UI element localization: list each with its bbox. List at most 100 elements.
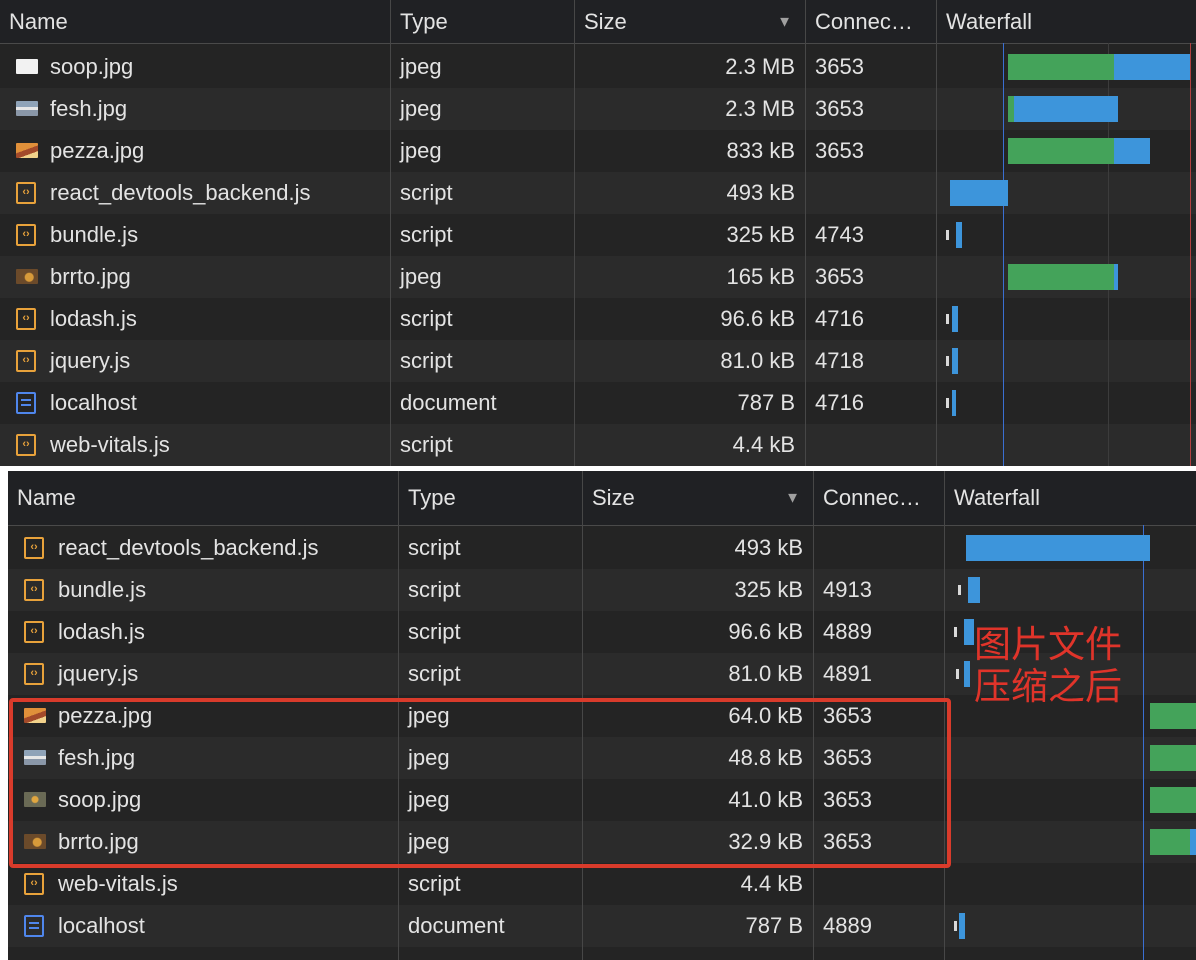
column-name-label: Name xyxy=(17,485,76,510)
waterfall-waiting-bar[interactable] xyxy=(1150,703,1196,729)
table-row[interactable]: jquery.js script 81.0 kB 4718 xyxy=(0,340,1196,382)
column-header-size[interactable]: Size ▼ xyxy=(583,471,812,525)
waterfall-download-bar[interactable] xyxy=(966,535,1150,561)
table-row[interactable]: localhost document 787 B 4889 xyxy=(8,905,1196,947)
request-name[interactable]: localhost xyxy=(8,905,388,947)
column-divider[interactable] xyxy=(390,0,391,466)
sort-descending-icon: ▼ xyxy=(785,489,800,507)
request-name[interactable]: bundle.js xyxy=(0,214,380,256)
waterfall-queue-tick[interactable] xyxy=(954,921,957,931)
request-size: 787 B xyxy=(737,390,796,415)
request-name[interactable]: lodash.js xyxy=(0,298,380,340)
waterfall-download-bar[interactable] xyxy=(968,577,980,603)
waterfall-queue-tick[interactable] xyxy=(946,314,949,324)
table-row[interactable]: react_devtools_backend.js script 493 kB xyxy=(0,172,1196,214)
request-name[interactable]: jquery.js xyxy=(8,653,388,695)
waterfall-queue-tick[interactable] xyxy=(946,398,949,408)
waterfall-download-bar[interactable] xyxy=(1014,96,1118,122)
column-connection-label: Connec… xyxy=(823,485,921,510)
sort-descending-icon: ▼ xyxy=(777,13,792,30)
table-row[interactable]: localhost document 787 B 4716 xyxy=(0,382,1196,424)
waterfall-download-bar[interactable] xyxy=(952,306,958,332)
request-name[interactable]: web-vitals.js xyxy=(8,863,388,905)
waterfall-queue-tick[interactable] xyxy=(946,356,949,366)
waterfall-queue-tick[interactable] xyxy=(958,585,961,595)
connection-id: 4913 xyxy=(823,577,872,602)
request-name[interactable]: web-vitals.js xyxy=(0,424,380,466)
request-type: script xyxy=(400,432,453,457)
waterfall-waiting-bar[interactable] xyxy=(1008,264,1114,290)
request-type: document xyxy=(408,913,505,938)
request-size: 4.4 kB xyxy=(740,871,803,896)
annotation-line: 压缩之后 xyxy=(974,665,1122,708)
request-size: 96.6 kB xyxy=(720,306,795,331)
request-name[interactable]: react_devtools_backend.js xyxy=(0,172,380,214)
waterfall-waiting-bar[interactable] xyxy=(1150,745,1196,771)
request-name[interactable]: bundle.js xyxy=(8,569,388,611)
column-header-waterfall[interactable]: Waterfall xyxy=(937,0,1196,43)
waterfall-download-bar[interactable] xyxy=(964,661,970,687)
waterfall-waiting-bar[interactable] xyxy=(1150,787,1196,813)
column-header-name[interactable]: Name xyxy=(8,471,397,525)
request-size: 325 kB xyxy=(734,577,804,602)
connection-id xyxy=(814,863,943,905)
waterfall-download-bar[interactable] xyxy=(1114,264,1118,290)
annotation-text: 图片文件 压缩之后 xyxy=(974,624,1154,708)
waterfall-download-bar[interactable] xyxy=(1114,138,1150,164)
request-name[interactable]: lodash.js xyxy=(8,611,388,653)
request-name[interactable]: localhost xyxy=(0,382,380,424)
waterfall-download-bar[interactable] xyxy=(956,222,962,248)
request-size: 2.3 MB xyxy=(725,54,795,79)
column-header-name[interactable]: Name xyxy=(0,0,389,43)
waterfall-download-bar[interactable] xyxy=(952,348,958,374)
column-header-size[interactable]: Size ▼ xyxy=(575,0,804,43)
table-row[interactable]: lodash.js script 96.6 kB 4716 xyxy=(0,298,1196,340)
waterfall-queue-tick[interactable] xyxy=(954,627,957,637)
request-type: script xyxy=(408,577,461,602)
request-type: script xyxy=(400,306,453,331)
column-waterfall-label: Waterfall xyxy=(954,485,1040,510)
waterfall-download-bar[interactable] xyxy=(959,913,965,939)
column-header-type[interactable]: Type xyxy=(391,0,575,43)
waterfall-download-bar[interactable] xyxy=(952,390,956,416)
column-header-waterfall[interactable]: Waterfall xyxy=(945,471,1196,525)
column-header-connection[interactable]: Connec… xyxy=(806,0,937,43)
request-type: jpeg xyxy=(400,96,442,121)
table-row[interactable]: bundle.js script 325 kB 4913 xyxy=(8,569,1196,611)
request-size: 96.6 kB xyxy=(728,619,803,644)
waterfall-queue-tick[interactable] xyxy=(946,230,949,240)
request-size: 787 B xyxy=(745,913,804,938)
column-name-label: Name xyxy=(9,8,68,34)
column-size-label: Size xyxy=(584,8,627,34)
request-size: 81.0 kB xyxy=(720,348,795,373)
column-divider[interactable] xyxy=(574,0,575,466)
request-size: 165 kB xyxy=(726,264,796,289)
waterfall-queue-tick[interactable] xyxy=(956,669,959,679)
request-name[interactable]: fesh.jpg xyxy=(0,88,380,130)
column-header-connection[interactable]: Connec… xyxy=(814,471,945,525)
waterfall-waiting-bar[interactable] xyxy=(1008,138,1114,164)
column-size-label: Size xyxy=(592,485,635,510)
request-name[interactable]: jquery.js xyxy=(0,340,380,382)
request-size: 4.4 kB xyxy=(732,432,795,457)
request-name[interactable]: soop.jpg xyxy=(0,46,380,88)
table-row[interactable]: bundle.js script 325 kB 4743 xyxy=(0,214,1196,256)
column-header-type[interactable]: Type xyxy=(399,471,583,525)
waterfall-download-bar[interactable] xyxy=(950,180,1008,206)
request-name[interactable]: pezza.jpg xyxy=(0,130,380,172)
table-row[interactable]: web-vitals.js script 4.4 kB xyxy=(8,863,1196,905)
waterfall-download-bar[interactable] xyxy=(1190,829,1196,855)
table-row[interactable]: web-vitals.js script 4.4 kB xyxy=(0,424,1196,466)
load-event-marker xyxy=(1190,43,1191,466)
waterfall-waiting-bar[interactable] xyxy=(1150,829,1190,855)
waterfall-download-bar[interactable] xyxy=(964,619,974,645)
request-name[interactable]: react_devtools_backend.js xyxy=(8,527,388,569)
column-divider[interactable] xyxy=(936,0,937,466)
request-size: 493 kB xyxy=(726,180,796,205)
request-name[interactable]: brrto.jpg xyxy=(0,256,380,298)
annotation-line: 图片文件 xyxy=(974,623,1122,666)
waterfall-download-bar[interactable] xyxy=(1114,54,1190,80)
column-divider[interactable] xyxy=(805,0,806,466)
waterfall-waiting-bar[interactable] xyxy=(1008,54,1114,80)
request-size: 81.0 kB xyxy=(728,661,803,686)
